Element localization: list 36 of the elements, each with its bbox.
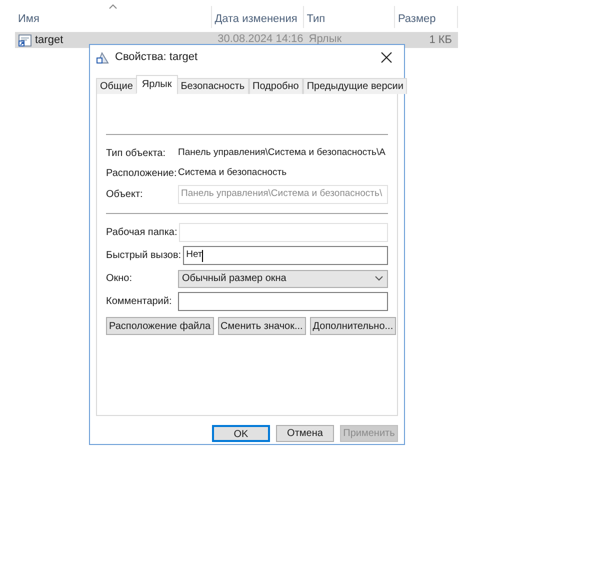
field-label: Комментарий:: [106, 295, 173, 309]
window-size-dropdown[interactable]: Обычный размер окна: [178, 270, 388, 288]
column-header[interactable]: Тип: [304, 6, 395, 28]
field-value: Система и безопасность: [178, 166, 287, 180]
field-label: Объект:: [106, 188, 144, 202]
field-label: Окно:: [106, 272, 134, 286]
sort-up-icon: [108, 4, 117, 9]
shortcut-file-icon: [18, 33, 32, 47]
file-type: Ярлык: [308, 32, 343, 45]
file-name: target: [35, 32, 64, 48]
field-value: Панель управления\Система и безопасность\А: [178, 146, 386, 160]
input-field[interactable]: Нет: [183, 246, 388, 265]
window-title: Свойства: target: [115, 50, 199, 65]
action-button[interactable]: Дополнительно...: [310, 317, 396, 335]
field-label: Расположение:: [106, 166, 178, 180]
action-button[interactable]: Сменить значок...: [218, 317, 306, 335]
column-header[interactable]: Размер: [394, 6, 458, 28]
tab[interactable]: Безопасность: [176, 78, 249, 94]
dialog-button[interactable]: OK: [212, 425, 270, 442]
column-header[interactable]: Дата изменения: [212, 6, 304, 28]
field-label: Быстрый вызов:: [106, 249, 182, 263]
dialog-button[interactable]: Отмена: [276, 425, 334, 442]
tab[interactable]: Общие: [96, 78, 137, 94]
chevron-down-icon: [375, 276, 383, 281]
input-field[interactable]: [178, 292, 388, 311]
shortcut-file-icon: [96, 50, 110, 64]
tab[interactable]: Подробно: [248, 78, 303, 94]
tab[interactable]: Предыдущие версии: [302, 78, 408, 94]
file-date: 30.08.2024 14:16: [216, 32, 304, 45]
field-label: Тип объекта:: [106, 146, 167, 160]
tab[interactable]: Ярлык: [136, 75, 178, 94]
action-button[interactable]: Расположение файла: [106, 317, 214, 335]
close-icon: [380, 52, 392, 62]
column-header[interactable]: Имя: [15, 6, 212, 28]
field-label: Рабочая папка:: [106, 226, 178, 240]
file-size: 1 КБ: [428, 32, 454, 48]
